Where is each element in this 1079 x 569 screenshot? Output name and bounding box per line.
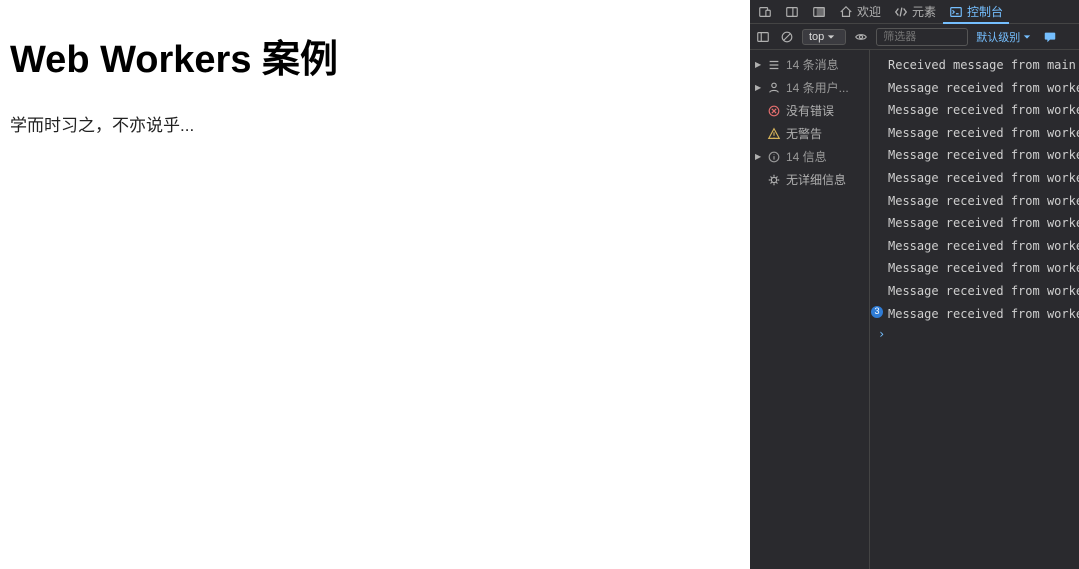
- clear-icon: [780, 30, 794, 44]
- eye-icon: [854, 30, 868, 44]
- info-icon: [767, 150, 781, 164]
- expand-icon: ▶: [755, 83, 762, 92]
- tab-console-label: 控制台: [967, 3, 1003, 20]
- console-log-entry[interactable]: 3 Message received from worker: .: [874, 303, 1079, 326]
- console-body: ▶ 14 条消息 ▶ 14 条用户... 没有错误 无警告 ▶: [750, 50, 1079, 569]
- list-icon: [767, 58, 781, 72]
- log-level-label: 默认级别: [976, 29, 1020, 45]
- console-log-entry[interactable]: Message received from worker: 习: [874, 144, 1079, 167]
- console-sidebar: ▶ 14 条消息 ▶ 14 条用户... 没有错误 无警告 ▶: [750, 50, 870, 569]
- console-log-entry[interactable]: Message received from worker: 亦: [874, 235, 1079, 258]
- log-text: Message received from worker: 说: [888, 261, 1079, 275]
- console-log-entry[interactable]: Message received from worker: 之: [874, 167, 1079, 190]
- context-label: top: [809, 31, 824, 43]
- log-text: Message received from worker: ，: [888, 194, 1079, 208]
- log-text: Message received from worker: .: [888, 307, 1079, 321]
- devtools-tabbar: 欢迎 元素 控制台: [750, 0, 1079, 24]
- console-log-entry[interactable]: Message received from worker: 不: [874, 212, 1079, 235]
- clear-console-button[interactable]: [778, 28, 796, 46]
- console-log-entry[interactable]: Message received from worker: 时: [874, 122, 1079, 145]
- log-text: Message received from worker: 时: [888, 126, 1079, 140]
- console-log-entry[interactable]: Message received from worker: 说: [874, 257, 1079, 280]
- sidebar-toggle-button[interactable]: [754, 28, 772, 46]
- console-toolbar: top 默认级别: [750, 24, 1079, 50]
- sidebar-errors[interactable]: 没有错误: [752, 99, 867, 122]
- console-log-entry[interactable]: Message received from worker: 学: [874, 77, 1079, 100]
- tab-welcome[interactable]: 欢迎: [833, 0, 887, 23]
- log-list: Received message from main thread Message…: [874, 54, 1079, 325]
- log-text: Message received from worker: 而: [888, 103, 1079, 117]
- web-page-content: Web Workers 案例 学而时习之，不亦说乎...: [0, 0, 750, 569]
- log-text: Message received from worker: 习: [888, 148, 1079, 162]
- repeat-count-badge: 3: [871, 306, 883, 318]
- console-icon: [949, 5, 963, 19]
- log-text: Message received from worker: 亦: [888, 239, 1079, 253]
- sidebar-toggle-icon: [756, 30, 770, 44]
- tab-elements-label: 元素: [912, 3, 936, 20]
- log-text: Received message from main thread: [888, 58, 1079, 72]
- sidebar-messages[interactable]: ▶ 14 条消息: [752, 53, 867, 76]
- page-text: 学而时习之，不亦说乎...: [10, 111, 740, 136]
- console-log-entry[interactable]: Message received from worker: ，: [874, 190, 1079, 213]
- log-text: Message received from worker: 不: [888, 216, 1079, 230]
- console-output[interactable]: Received message from main thread Message…: [870, 50, 1079, 569]
- error-icon: [767, 104, 781, 118]
- sidebar-errors-label: 没有错误: [786, 102, 834, 119]
- tab-elements[interactable]: 元素: [888, 0, 942, 23]
- sidebar-verbose-label: 无详细信息: [786, 171, 846, 188]
- page-heading: Web Workers 案例: [10, 28, 740, 83]
- user-icon: [767, 81, 781, 95]
- sidebar-messages-label: 14 条消息: [786, 56, 839, 73]
- filter-input[interactable]: [876, 28, 968, 46]
- warning-icon: [767, 127, 781, 141]
- dock-icon[interactable]: [779, 2, 805, 22]
- log-text: Message received from worker: 学: [888, 81, 1079, 95]
- chevron-down-icon: [827, 33, 835, 41]
- chat-icon: [1043, 30, 1057, 44]
- tab-console[interactable]: 控制台: [943, 0, 1009, 23]
- expand-icon: ▶: [755, 152, 762, 161]
- sidebar-user-messages[interactable]: ▶ 14 条用户...: [752, 76, 867, 99]
- sidebar-info-label: 14 信息: [786, 148, 827, 165]
- code-icon: [894, 5, 908, 19]
- inspect-element-icon: [812, 5, 826, 19]
- console-log-entry[interactable]: Message received from worker: 而: [874, 99, 1079, 122]
- live-expression-button[interactable]: [852, 28, 870, 46]
- context-selector[interactable]: top: [802, 29, 846, 45]
- sidebar-warnings[interactable]: 无警告: [752, 122, 867, 145]
- device-toolbar-icon[interactable]: [752, 2, 778, 22]
- issues-button[interactable]: [1041, 28, 1059, 46]
- log-text: Message received from worker: 乎: [888, 284, 1079, 298]
- chevron-down-icon: [1023, 33, 1031, 41]
- sidebar-info[interactable]: ▶ 14 信息: [752, 145, 867, 168]
- home-icon: [839, 5, 853, 19]
- expand-icon: ▶: [755, 60, 762, 69]
- sidebar-verbose[interactable]: 无详细信息: [752, 168, 867, 191]
- dock-side-icon: [785, 5, 799, 19]
- console-log-entry[interactable]: Received message from main thread: [874, 54, 1079, 77]
- log-level-selector[interactable]: 默认级别: [976, 29, 1031, 45]
- log-text: Message received from worker: 之: [888, 171, 1079, 185]
- console-prompt[interactable]: ›: [874, 325, 1079, 343]
- verbose-icon: [767, 173, 781, 187]
- responsive-icon: [758, 5, 772, 19]
- tab-welcome-label: 欢迎: [857, 3, 881, 20]
- devtools-panel: 欢迎 元素 控制台 top: [750, 0, 1079, 569]
- sidebar-warnings-label: 无警告: [786, 125, 822, 142]
- console-log-entry[interactable]: Message received from worker: 乎: [874, 280, 1079, 303]
- sidebar-user-label: 14 条用户...: [786, 79, 849, 96]
- inspect-icon[interactable]: [806, 2, 832, 22]
